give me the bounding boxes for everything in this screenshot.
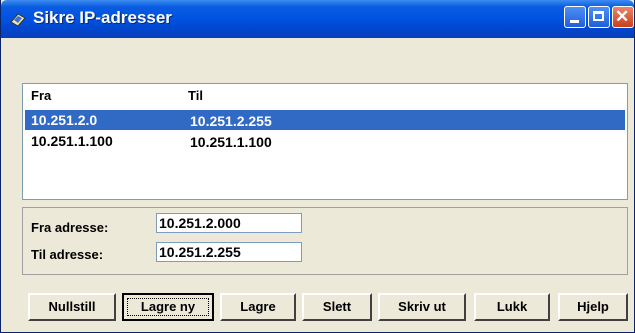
minimize-button[interactable] [564, 6, 586, 28]
til-address-label: Til adresse: [31, 247, 104, 262]
maximize-button[interactable] [588, 6, 610, 28]
list-header: Fra Til [23, 84, 627, 104]
list-row[interactable]: 10.251.2.0 10.251.2.255 [25, 110, 625, 130]
lagre-button[interactable]: Lagre [220, 293, 296, 321]
til-address-input[interactable] [156, 242, 302, 262]
lagre-ny-label: Lagre ny [124, 295, 212, 319]
fra-address-input[interactable] [156, 213, 302, 233]
nullstill-button[interactable]: Nullstill [28, 293, 116, 321]
app-icon [10, 13, 26, 27]
title-bar[interactable]: Sikre IP-adresser ✕ [1, 0, 634, 38]
close-button[interactable]: ✕ [612, 6, 634, 28]
lukk-label: Lukk [496, 299, 528, 314]
lagre-ny-button[interactable]: Lagre ny [122, 293, 214, 321]
close-icon: ✕ [615, 7, 630, 26]
address-form: Fra adresse: Til adresse: [22, 207, 628, 275]
fra-address-label: Fra adresse: [31, 220, 109, 235]
minimize-icon [570, 20, 579, 23]
maximize-icon [593, 11, 604, 21]
slett-button[interactable]: Slett [302, 293, 372, 321]
column-header-fra[interactable]: Fra [31, 88, 51, 103]
list-row[interactable]: 10.251.1.100 10.251.1.100 [25, 131, 625, 151]
skriv-ut-label: Skriv ut [398, 299, 446, 314]
lukk-button[interactable]: Lukk [474, 293, 550, 321]
skriv-ut-button[interactable]: Skriv ut [378, 293, 466, 321]
row-til: 10.251.2.255 [190, 113, 272, 129]
lagre-label: Lagre [240, 299, 276, 314]
ip-list[interactable]: Fra Til 10.251.2.0 10.251.2.255 10.251.1… [22, 83, 628, 200]
hjelp-label: Hjelp [577, 299, 609, 314]
slett-label: Slett [322, 299, 352, 314]
nullstill-label: Nullstill [48, 299, 96, 314]
row-fra: 10.251.2.0 [31, 112, 98, 128]
row-til: 10.251.1.100 [190, 134, 272, 150]
window-title: Sikre IP-adresser [33, 8, 172, 27]
app-window: Sikre IP-adresser ✕ Fra Til 10.251.2.0 1… [0, 0, 635, 333]
column-header-til[interactable]: Til [188, 88, 203, 103]
hjelp-button[interactable]: Hjelp [558, 293, 628, 321]
row-fra: 10.251.1.100 [31, 133, 113, 149]
